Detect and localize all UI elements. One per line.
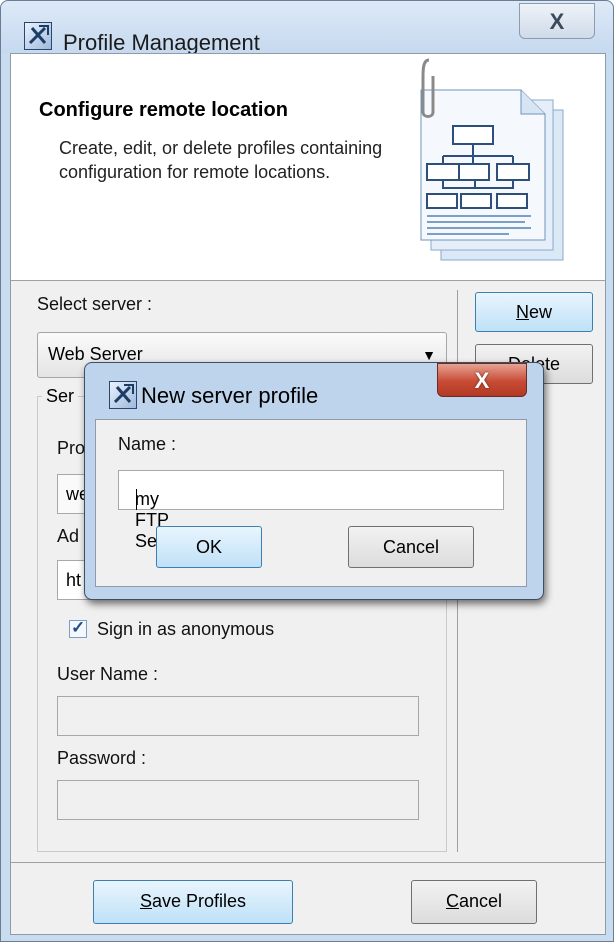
dialog-title: New server profile (141, 383, 319, 408)
username-field[interactable] (57, 696, 419, 736)
dialog-close-button[interactable]: X (437, 363, 527, 397)
close-icon: X (549, 9, 565, 34)
new-server-profile-dialog: New server profile X Name : my FTP Serve… (84, 362, 544, 600)
window-close-button[interactable]: X (519, 3, 595, 39)
new-button[interactable]: New (475, 292, 593, 332)
password-label: Password : (57, 748, 147, 768)
save-profiles-button[interactable]: Save Profiles (93, 880, 293, 924)
header-banner: Configure remote location Create, edit, … (11, 54, 605, 281)
anonymous-checkbox-label[interactable]: Sign in as anonymous (97, 619, 274, 640)
ok-button[interactable]: OK (156, 526, 262, 568)
password-field[interactable] (57, 780, 419, 820)
checkmark-icon: ✓ (71, 618, 86, 637)
title-bar[interactable]: Profile Management X (1, 1, 613, 55)
header-description: Create, edit, or delete profiles contain… (59, 138, 383, 182)
profile-name-input[interactable]: my FTP Server (118, 470, 504, 551)
address-label: Ad (57, 526, 80, 546)
username-label: User Name : (57, 664, 159, 684)
cancel-button[interactable]: Cancel (411, 880, 537, 924)
profile-management-icon (24, 22, 52, 50)
server-settings-legend: Ser (42, 386, 79, 407)
dialog-cancel-button[interactable]: Cancel (348, 526, 474, 568)
name-label: Name : (118, 434, 177, 454)
select-server-label: Select server : (37, 294, 153, 314)
anonymous-checkbox[interactable]: ✓ (69, 618, 87, 638)
close-icon: X (474, 368, 490, 393)
dialog-app-icon (109, 381, 137, 409)
text-caret (136, 489, 137, 510)
header-title: Configure remote location (39, 99, 288, 121)
footer-divider (11, 862, 605, 863)
dialog-content: Name : my FTP Server OK Cancel (95, 419, 527, 587)
document-diagram-icon (420, 58, 564, 261)
protocol-label: Pro (57, 438, 86, 458)
chevron-down-icon: ▼ (422, 347, 436, 363)
